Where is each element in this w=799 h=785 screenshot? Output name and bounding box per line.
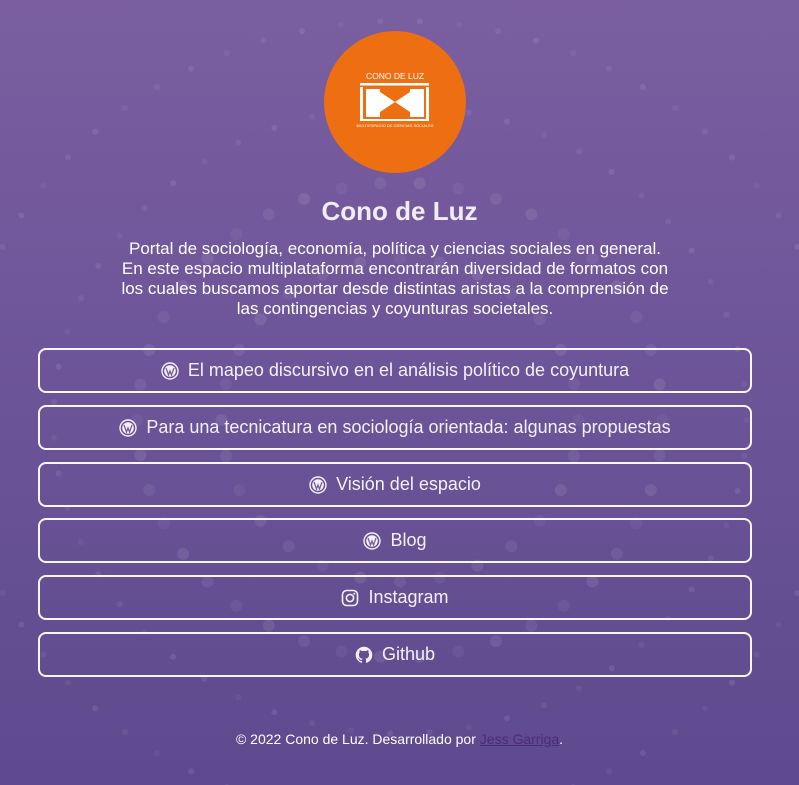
wordpress-icon — [119, 418, 138, 437]
footer-text: © 2022 Cono de Luz. Desarrollado por — [235, 731, 476, 747]
instagram-icon — [341, 589, 359, 607]
logo-bottom-text: MULTIESPACIO DE CIENCIAS SOCIALES — [357, 123, 434, 128]
link-button-instagram[interactable]: Instagram — [38, 575, 752, 620]
link-label: El mapeo discursivo en el análisis polít… — [187, 360, 630, 380]
wordpress-icon — [161, 361, 179, 380]
link-button-github[interactable]: Github — [38, 632, 752, 677]
link-button-blog[interactable]: Blog — [38, 518, 752, 563]
wordpress-icon — [309, 475, 327, 494]
author-link[interactable]: Jess Garriga — [480, 731, 559, 747]
link-label: Blog — [390, 530, 427, 550]
wordpress-icon — [363, 531, 382, 550]
link-button-mapeo-discursivo[interactable]: El mapeo discursivo en el análisis polít… — [38, 348, 752, 393]
link-button-tecnicatura[interactable]: Para una tecnicatura en sociología orien… — [38, 405, 752, 450]
page-title: Cono de Luz — [321, 196, 478, 226]
link-label: Visión del espacio — [336, 474, 481, 494]
link-button-vision-del-espacio[interactable]: Visión del espacio — [38, 462, 752, 507]
link-label: Para una tecnicatura en sociología orien… — [146, 417, 671, 437]
footer-trailing: . — [559, 731, 564, 747]
link-label: Instagram — [368, 587, 449, 607]
logo: CONO DE LUZ MULTIESPACIO DE CIENCIAS SOC… — [324, 31, 466, 173]
page-description: Portal de sociología, economía, política… — [121, 239, 669, 318]
logo-top-text: CONO DE LUZ — [366, 71, 424, 81]
github-icon — [355, 646, 373, 664]
footer: © 2022 Cono de Luz. Desarrollado por Jes… — [0, 731, 799, 747]
link-label: Github — [381, 644, 436, 664]
